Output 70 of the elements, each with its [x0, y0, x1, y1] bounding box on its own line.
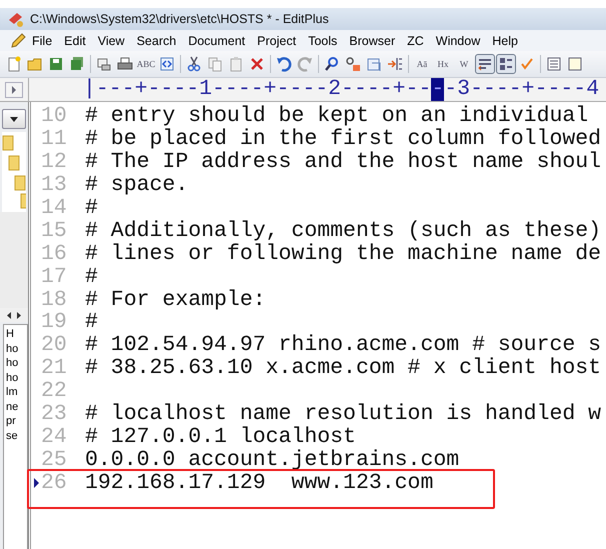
code-line: # 102.54.94.97 rhino.acme.com # source s: [85, 333, 602, 358]
code-line: # space.: [85, 173, 188, 198]
code-line: #: [85, 310, 98, 334]
menu-item[interactable]: Project: [251, 34, 302, 48]
line-number: 18: [41, 288, 68, 312]
format-button[interactable]: W: [454, 54, 474, 74]
caret-icon: [10, 116, 18, 122]
line-number: 23: [41, 402, 68, 426]
file-list-item[interactable]: ho: [6, 370, 27, 385]
code-line: # The IP address and the host name shoul: [85, 150, 602, 174]
line-number: 14: [41, 196, 68, 220]
code-line: # be placed in the first column followed: [85, 127, 602, 152]
ruler-scale: |---+----1----+----2----+--: [83, 78, 432, 101]
pencil-icon: [10, 32, 26, 48]
line-number: 19: [41, 310, 68, 334]
ruler-scale: -3----+----4: [444, 78, 600, 101]
column-list-button[interactable]: [496, 54, 516, 74]
file-list-item[interactable]: ne: [6, 400, 27, 414]
code-line: # Additionally, comments (such as these): [85, 218, 602, 243]
line-number: 10: [41, 104, 68, 128]
line-number: 13: [41, 173, 68, 198]
file-list-item[interactable]: lm: [6, 385, 27, 400]
menu-item[interactable]: Help: [486, 34, 524, 48]
cursor-column-marker: -: [431, 78, 444, 101]
line-number: 22: [41, 379, 68, 404]
line-number: 15: [41, 218, 68, 243]
menu-item[interactable]: Document: [182, 34, 252, 48]
code-line: # For example:: [85, 288, 266, 312]
word-wrap-button[interactable]: [475, 54, 495, 74]
code-line: 192.168.17.129 www.123.com: [85, 470, 434, 495]
dropdown-button[interactable]: [2, 109, 26, 129]
line-number: 20: [41, 333, 68, 358]
app-icon: [8, 11, 24, 27]
menu-item[interactable]: View: [92, 34, 131, 48]
file-list-item[interactable]: se: [6, 428, 27, 443]
menu-item[interactable]: ZC: [401, 34, 430, 48]
line-number: 11: [41, 127, 68, 152]
line-number: 25: [41, 448, 68, 472]
menu-item[interactable]: Browser: [343, 34, 402, 48]
code-line: #: [85, 196, 98, 220]
menu-item[interactable]: File: [26, 34, 58, 48]
menu-item[interactable]: Window: [430, 34, 486, 48]
menu-item[interactable]: Edit: [58, 34, 92, 48]
code-line: #: [85, 264, 98, 289]
code-line: # 38.25.63.10 x.acme.com # x client host: [85, 356, 602, 380]
line-number: 26: [41, 470, 68, 495]
scroll-arrows-icon[interactable]: [7, 312, 21, 318]
line-number: 17: [41, 264, 68, 289]
file-list-item[interactable]: ho: [6, 342, 27, 356]
menu-item[interactable]: Tools: [302, 34, 344, 48]
menu-item[interactable]: Search: [130, 34, 182, 48]
window-title: C:\Windows\System32\drivers\etc\HOSTS * - EditPlus: [30, 12, 329, 26]
expand-button[interactable]: [5, 82, 23, 98]
code-line: # localhost name resolution is handled w: [85, 402, 602, 426]
triangle-icon: [11, 86, 17, 94]
code-line: # 127.0.0.1 localhost: [85, 424, 356, 449]
format-button[interactable]: Aā: [412, 54, 432, 74]
file-list-item[interactable]: pr: [6, 414, 27, 428]
line-number: 24: [41, 424, 68, 449]
code-line: 0.0.0.0 account.jetbrains.com: [85, 448, 460, 472]
file-list-item[interactable]: ho: [6, 356, 27, 370]
line-number: 12: [41, 150, 68, 174]
spell-check-button[interactable]: ABC: [136, 54, 156, 74]
line-number: 16: [41, 242, 68, 266]
code-line: # entry should be kept on an individual: [85, 104, 588, 128]
undo-button[interactable]: [274, 54, 294, 74]
format-button[interactable]: Hx: [433, 54, 453, 74]
file-list-item[interactable]: H: [6, 327, 27, 342]
line-number: 21: [41, 356, 68, 380]
code-line: # lines or following the machine name de: [85, 242, 602, 266]
